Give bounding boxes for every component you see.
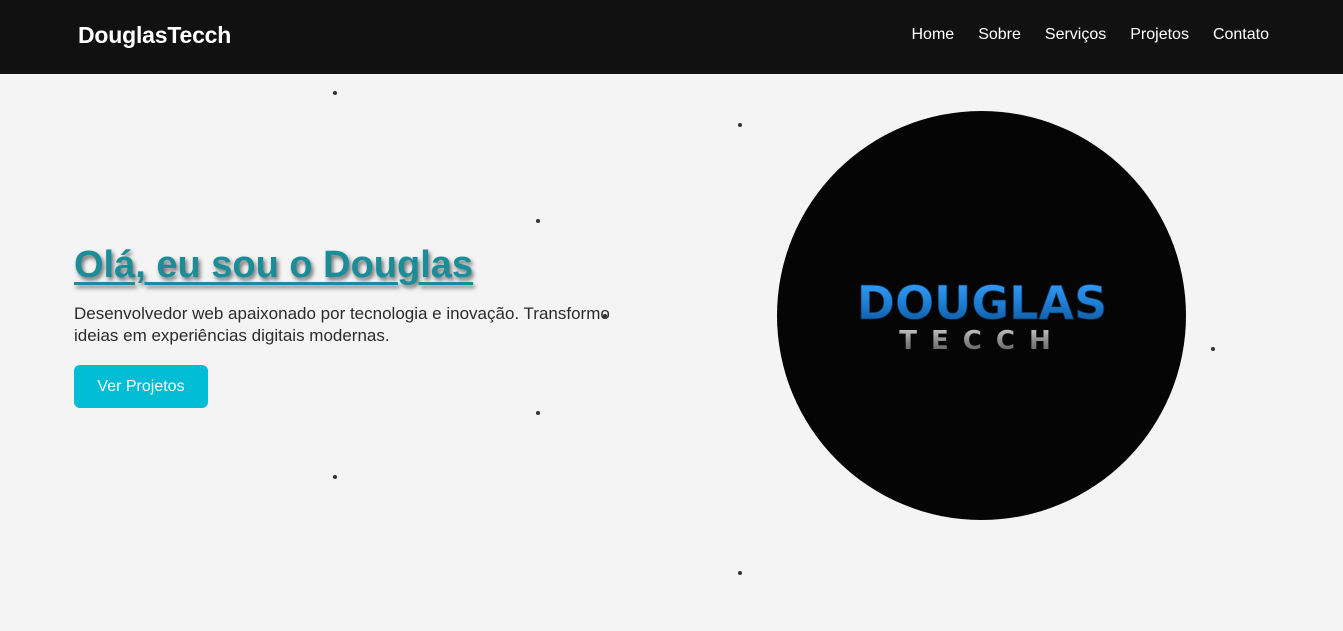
nav-link-projetos[interactable]: Projetos xyxy=(1130,26,1189,44)
hero-section: Olá, eu sou o Douglas Desenvolvedor web … xyxy=(0,74,1343,631)
decorative-dot xyxy=(1211,347,1215,351)
main-nav: Home Sobre Serviços Projetos Contato xyxy=(912,26,1270,44)
decorative-dot xyxy=(536,219,540,223)
view-projects-button[interactable]: Ver Projetos xyxy=(74,365,208,408)
nav-link-servicos[interactable]: Serviços xyxy=(1045,26,1106,44)
hero-description: Desenvolvedor web apaixonado por tecnolo… xyxy=(74,304,610,345)
decorative-dot xyxy=(536,411,540,415)
hero-title: Olá, eu sou o Douglas xyxy=(74,244,474,286)
brand-logo-text[interactable]: DouglasTecch xyxy=(78,22,231,49)
logo-text-douglas: DOUGLAS xyxy=(857,276,1107,330)
decorative-dot xyxy=(333,91,337,95)
nav-link-sobre[interactable]: Sobre xyxy=(978,26,1021,44)
logo-text-tecch: TECCH xyxy=(899,326,1064,356)
nav-link-contato[interactable]: Contato xyxy=(1213,26,1269,44)
top-navbar: DouglasTecch Home Sobre Serviços Projeto… xyxy=(0,0,1343,74)
decorative-dot xyxy=(333,475,337,479)
nav-link-home[interactable]: Home xyxy=(912,26,955,44)
decorative-dot xyxy=(738,123,742,127)
decorative-dot xyxy=(738,571,742,575)
douglas-tecch-logo: DOUGLAS TECCH xyxy=(856,276,1107,356)
profile-logo-image: DOUGLAS TECCH xyxy=(777,111,1186,520)
